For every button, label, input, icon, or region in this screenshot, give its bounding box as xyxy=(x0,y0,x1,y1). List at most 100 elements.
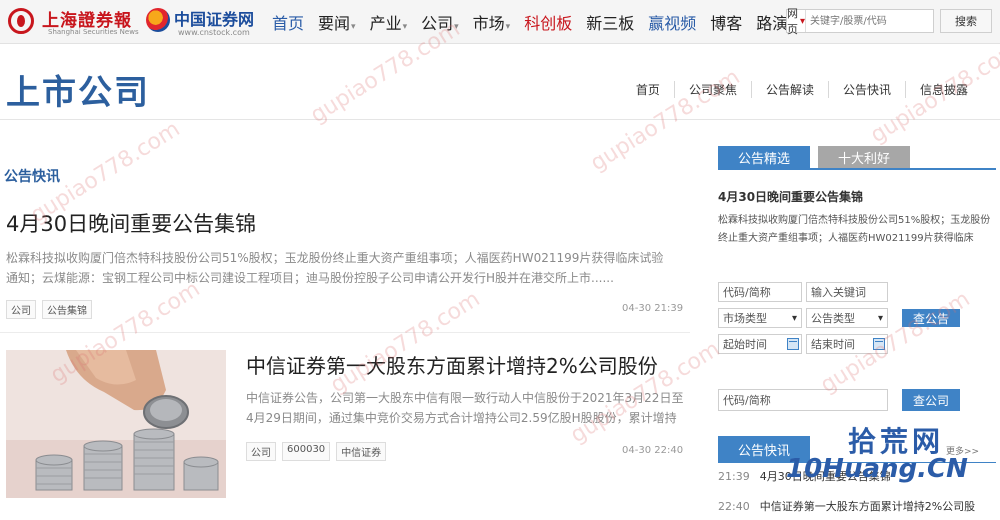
nav-item-label: 科创板 xyxy=(524,14,573,33)
code-field[interactable]: 代码/简称 xyxy=(718,282,802,302)
market-type-select[interactable]: 市场类型 ▾ xyxy=(718,308,802,328)
column-label: 公告快讯 xyxy=(4,169,60,185)
query-notice-button[interactable]: 查公告 xyxy=(902,309,960,327)
nav-item-1[interactable]: 要闻▾ xyxy=(318,10,356,34)
cnstock-emblem-icon xyxy=(146,8,170,32)
nav-item-5[interactable]: 科创板 xyxy=(524,10,572,34)
flash-item-time: 21:39 xyxy=(718,470,750,483)
chevron-down-icon: ▾ xyxy=(877,312,883,324)
nav-item-label: 赢视频 xyxy=(648,14,697,33)
article-tag[interactable]: 公告集锦 xyxy=(42,300,92,319)
chevron-down-icon: ▾ xyxy=(351,22,356,32)
nav-item-label: 首页 xyxy=(272,14,305,33)
subnav-item-4[interactable]: 信息披露 xyxy=(904,81,982,98)
coin-stack-image[interactable] xyxy=(6,350,226,498)
flash-block-underline xyxy=(718,462,996,463)
section-subnav: 首页 公司聚焦 公告解读 公告快讯 信息披露 xyxy=(622,81,982,98)
more-link[interactable]: 更多>> xyxy=(946,444,979,457)
market-type-value: 市场类型 xyxy=(723,312,767,325)
article-tags: 公司 公告集锦 xyxy=(6,300,92,319)
chevron-down-icon: ▾ xyxy=(505,22,511,32)
article-title[interactable]: 中信证券第一大股东方面累计增持2%公司股份 xyxy=(246,350,658,379)
calendar-icon[interactable] xyxy=(873,338,885,350)
notice-type-select[interactable]: 公告类型 ▾ xyxy=(806,308,888,328)
top-bar: 上海證券報 Shanghai Securities News 中国证券网 www… xyxy=(0,0,1000,44)
notice-type-value: 公告类型 xyxy=(811,312,855,325)
logo2-subtitle: www.cnstock.com xyxy=(178,28,250,37)
nav-item-label: 市场 xyxy=(472,14,505,33)
query-company-button[interactable]: 查公司 xyxy=(902,389,960,411)
main-nav: 首页要闻▾产业▾公司▾市场▾科创板新三板赢视频博客路演活动 xyxy=(272,10,848,34)
end-date-placeholder: 结束时间 xyxy=(811,338,855,351)
nav-item-label: 路演 xyxy=(756,14,789,33)
ssn-emblem-icon xyxy=(8,8,34,34)
nav-item-9[interactable]: 路演 xyxy=(756,10,788,34)
search-box: 网页 ▾ xyxy=(786,7,936,36)
chevron-down-icon: ▾ xyxy=(800,15,806,27)
section-title: 上市公司 xyxy=(6,73,150,113)
flash-block-title[interactable]: 公告快讯 xyxy=(718,436,810,462)
end-date-field[interactable]: 结束时间 xyxy=(806,334,888,354)
keyword-field[interactable]: 输入关键词 xyxy=(806,282,888,302)
chevron-down-icon: ▾ xyxy=(791,312,797,324)
flash-item[interactable]: 21:39 4月30日晚间重要公告集锦 xyxy=(718,468,998,484)
subnav-item-1[interactable]: 公司聚焦 xyxy=(673,81,751,98)
cnstock-logo[interactable]: 中国证券网 www.cnstock.com xyxy=(144,4,262,38)
start-date-placeholder: 起始时间 xyxy=(723,338,767,351)
flash-item-time: 22:40 xyxy=(718,500,750,513)
article-tag[interactable]: 600030 xyxy=(282,442,331,461)
tab-notice-picks[interactable]: 公告精选 xyxy=(718,146,810,168)
chevron-down-icon: ▾ xyxy=(402,22,408,32)
search-scope-label: 网页 xyxy=(787,7,798,36)
nav-item-4[interactable]: 市场▾ xyxy=(473,10,511,34)
divider xyxy=(0,332,690,333)
article-title[interactable]: 4月30日晚间重要公告集锦 xyxy=(6,208,256,238)
flash-item[interactable]: 22:40 中信证券第一大股东方面累计增持2%公司股 xyxy=(718,498,998,514)
watermark-text: gupiao778.com xyxy=(326,286,485,399)
tab-top-ten-good-news[interactable]: 十大利好 xyxy=(818,146,910,168)
nav-item-2[interactable]: 产业▾ xyxy=(370,10,408,34)
calendar-icon[interactable] xyxy=(787,338,799,350)
article-time: 04-30 21:39 xyxy=(622,303,684,314)
nav-item-8[interactable]: 博客 xyxy=(710,10,742,34)
tab-underline xyxy=(718,168,996,170)
keyword-field-placeholder: 输入关键词 xyxy=(811,286,866,299)
chevron-down-icon: ▾ xyxy=(454,22,459,32)
brand-watermark: 拾荒网 10Huang.CN xyxy=(786,420,996,500)
article-time: 04-30 22:40 xyxy=(622,445,684,456)
article-tag[interactable]: 中信证券 xyxy=(336,442,387,461)
company-code-field[interactable]: 代码/简称 xyxy=(718,389,888,411)
nav-item-3[interactable]: 公司▾ xyxy=(421,10,459,34)
section-header: 上市公司 首页 公司聚焦 公告解读 公告快讯 信息披露 xyxy=(0,45,1000,120)
nav-item-label: 博客 xyxy=(710,14,743,33)
nav-item-label: 产业 xyxy=(369,14,402,33)
logo1-subtitle: Shanghai Securities News xyxy=(48,28,139,36)
picks-headline[interactable]: 4月30日晚间重要公告集锦 xyxy=(718,188,863,205)
start-date-field[interactable]: 起始时间 xyxy=(718,334,802,354)
company-code-placeholder: 代码/简称 xyxy=(723,394,771,407)
nav-item-7[interactable]: 赢视频 xyxy=(648,10,696,34)
brand-watermark-cn: 拾荒网 xyxy=(848,425,945,458)
nav-item-0[interactable]: 首页 xyxy=(272,10,304,34)
search-input[interactable] xyxy=(806,10,936,32)
coins-illustration xyxy=(6,350,226,498)
subnav-item-0[interactable]: 首页 xyxy=(622,81,674,98)
logo2-title: 中国证券网 xyxy=(174,10,255,29)
subnav-item-2[interactable]: 公告解读 xyxy=(750,81,828,98)
article-tag[interactable]: 公司 xyxy=(6,300,36,319)
subnav-item-3[interactable]: 公告快讯 xyxy=(827,81,905,98)
article-tags: 公司 600030 中信证券 xyxy=(246,442,387,461)
picks-description: 松霖科技拟收购厦门倍杰特科技股份公司51%股权；玉龙股份终止重大资产重组事项；人… xyxy=(718,215,991,244)
shanghai-securities-news-logo[interactable]: 上海證券報 Shanghai Securities News xyxy=(4,4,144,38)
flash-item-text: 中信证券第一大股东方面累计增持2%公司股 xyxy=(759,500,976,513)
search-button[interactable]: 搜索 xyxy=(940,9,992,33)
nav-item-label: 公司 xyxy=(421,14,454,33)
search-scope-select[interactable]: 网页 ▾ xyxy=(787,7,807,36)
article-summary: 中信证券公告，公司第一大股东中信有限一致行动人中信股份于2021年3月22日至4… xyxy=(246,391,684,425)
nav-item-6[interactable]: 新三板 xyxy=(586,10,634,34)
flash-item-text: 4月30日晚间重要公告集锦 xyxy=(759,470,891,483)
nav-item-label: 新三板 xyxy=(586,14,635,33)
article-tag[interactable]: 公司 xyxy=(246,442,276,461)
nav-item-label: 要闻 xyxy=(318,14,351,33)
right-tabs: 公告精选 十大利好 xyxy=(718,146,918,168)
